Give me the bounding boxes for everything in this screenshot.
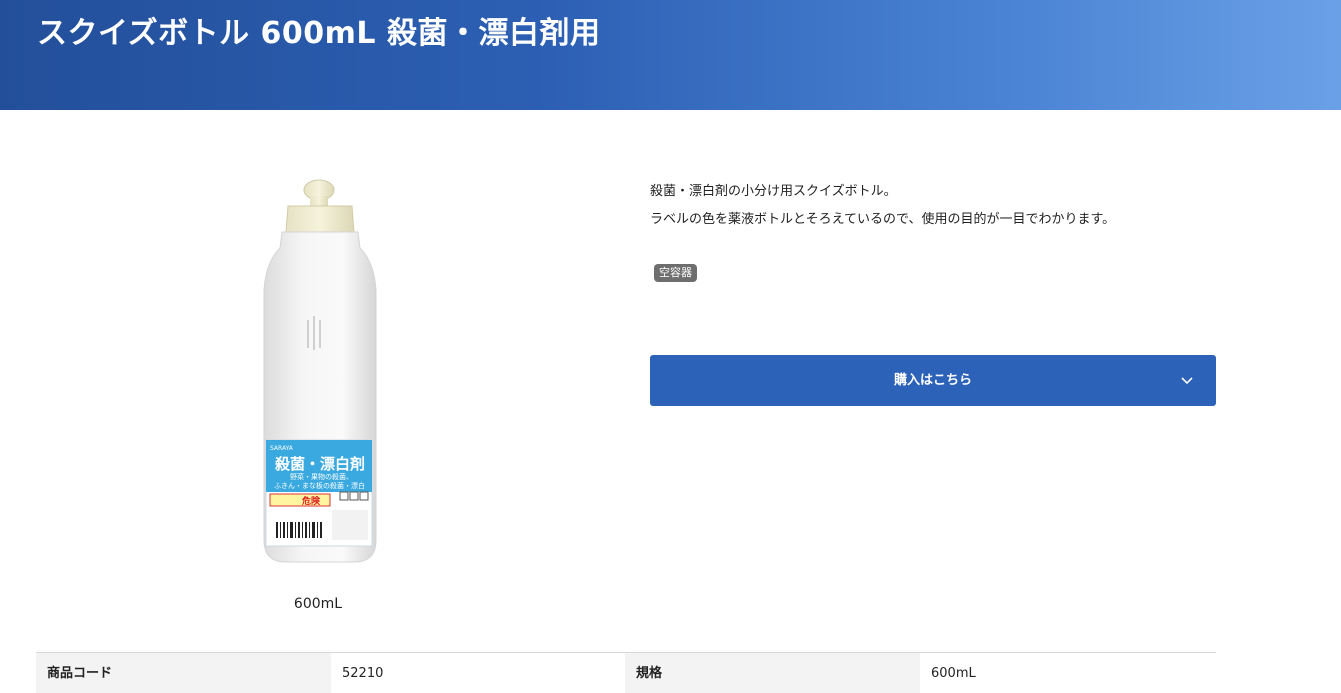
label-main: 殺菌・漂白剤 [274, 455, 365, 473]
page-title: スクイズボトル 600mL 殺菌・漂白剤用 [37, 16, 601, 51]
spec-size-label: 規格 [625, 653, 920, 693]
product-image: SARAYA 殺菌・漂白剤 野菜・果物の殺菌、 ふきん・まな板の殺菌・漂白 危険 [230, 170, 400, 570]
buy-button-label: 購入はこちら [893, 373, 972, 388]
description-line-1: 殺菌・漂白剤の小分け用スクイズボトル。 [650, 184, 897, 199]
label-sub2: ふきん・まな板の殺菌・漂白 [274, 481, 365, 490]
spec-code-value: 52210 [331, 653, 625, 693]
chevron-down-icon [1181, 377, 1193, 385]
image-caption: 600mL [293, 596, 343, 612]
spec-code-label: 商品コード [36, 653, 331, 693]
category-tag[interactable]: 空容器 [654, 264, 697, 282]
label-brand: SARAYA [270, 445, 294, 452]
label-warning: 危険 [301, 495, 321, 507]
label-sub1: 野菜・果物の殺菌、 [290, 472, 353, 481]
spec-table: 商品コード 52210 規格 600mL [36, 652, 1216, 693]
buy-button[interactable]: 購入はこちら [650, 355, 1216, 406]
description-line-2: ラベルの色を薬液ボトルとそろえているので、使用の目的が一目でわかります。 [650, 212, 1116, 227]
spec-size-value: 600mL [920, 653, 1216, 693]
product-description: 殺菌・漂白剤の小分け用スクイズボトル。 ラベルの色を薬液ボトルとそろえているので… [650, 178, 1250, 234]
page-header: スクイズボトル 600mL 殺菌・漂白剤用 [0, 0, 1341, 110]
